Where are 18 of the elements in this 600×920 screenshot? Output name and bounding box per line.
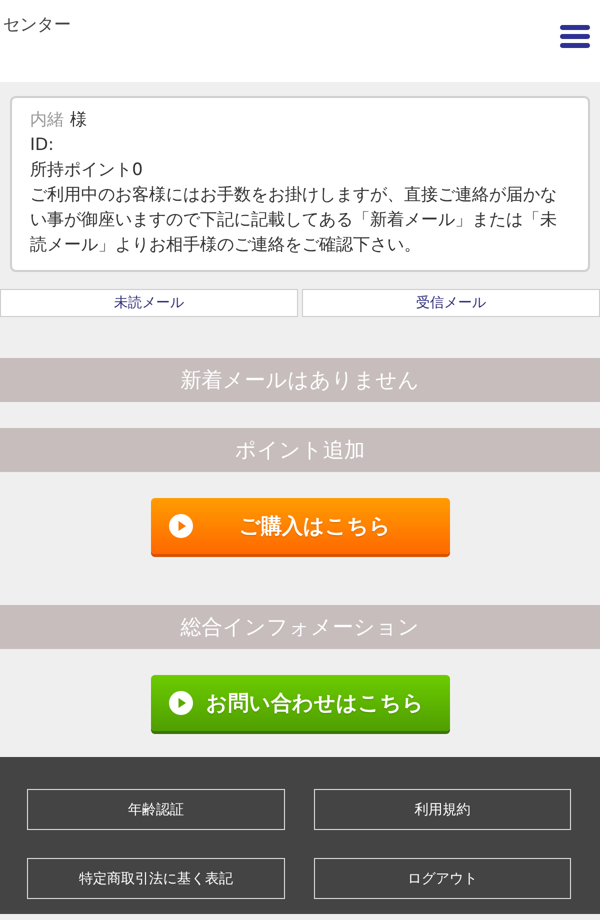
section-heading: ポイント追加 [0,428,600,472]
menu-icon[interactable] [560,25,590,48]
footer-link[interactable]: 年齢認証 [27,789,284,830]
section-heading: 総合インフォメーション [0,605,600,649]
points-text: 所持ポイント0 [30,160,143,180]
user-name: 内緒 [30,109,64,132]
id-label: ID: [30,135,54,155]
footer-link[interactable]: 特定商取引法に基く表記 [27,858,284,899]
play-icon [168,514,192,538]
footer-link[interactable]: 利用規約 [314,789,571,830]
footer-link[interactable]: ログアウト [314,858,571,899]
mail-tab[interactable]: 未読メール [0,289,298,317]
play-icon [168,691,192,715]
notice-text: ご利用中のお客様にはお手数をお掛けしますが、直接ご連絡が届かない事が御座いますので下記に記載してある「新着メール」または「未読メール」よりお相手様のご連絡をご確認下さい。 [30,184,558,257]
honorific-text: 様 [70,109,87,132]
mail-tab[interactable]: 受信メール [302,289,600,317]
site-title: センター [3,14,71,36]
section-heading: 新着メールはありません [0,358,600,402]
